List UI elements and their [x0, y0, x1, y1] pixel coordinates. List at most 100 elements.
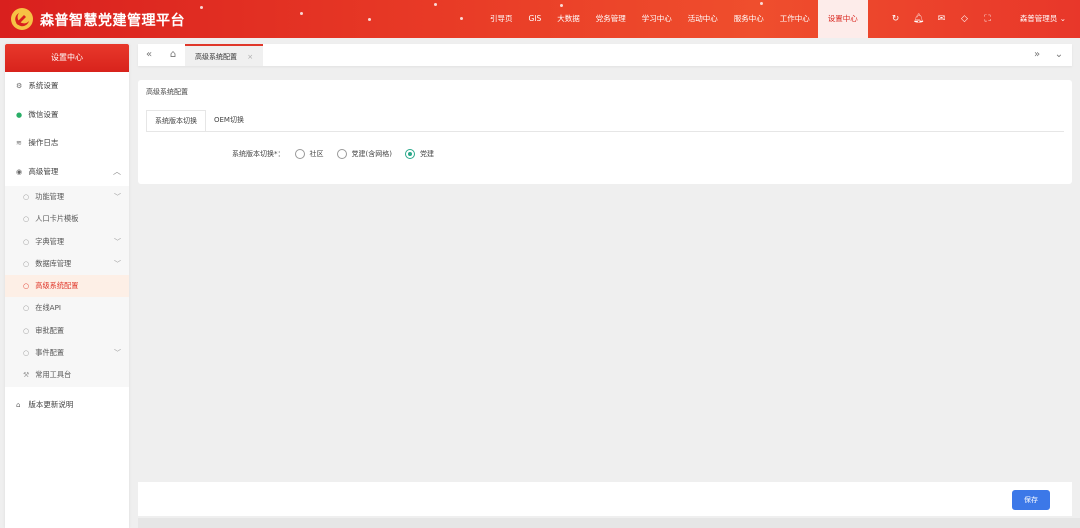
scroll-right-icon[interactable]: » [1026, 44, 1048, 66]
sidebar-subitem-database[interactable]: ○ 数据库管理 ﹀ [5, 253, 129, 275]
close-icon[interactable]: × [247, 53, 253, 61]
user-menu[interactable]: 森普管理员 ⌄ [1020, 0, 1066, 38]
nav-party-affairs[interactable]: 党务管理 [588, 0, 634, 38]
decor-dot [368, 18, 371, 21]
sidebar-subitem-advanced-config[interactable]: ○ 高级系统配置 [5, 275, 129, 298]
sidebar-item-operation-log[interactable]: ≋ 操作日志 [5, 129, 129, 158]
radio-circle[interactable] [294, 149, 305, 159]
layers-icon: ≋ [16, 139, 22, 147]
chevron-down-icon[interactable]: ⌄ [1048, 44, 1070, 66]
top-header: 森普智慧党建管理平台 引导页 GIS 大数据 党务管理 学习中心 活动中心 服务… [0, 0, 1080, 38]
radio-label: 社区 [309, 150, 324, 158]
header-tools: ↻ 🔔︎ ✉ ◇ ⛶ [884, 0, 999, 38]
sidebar-item-wechat-settings[interactable]: ● 微信设置 [5, 101, 129, 130]
sidebar-item-system-settings[interactable]: ⚙ 系统设置 [5, 72, 129, 101]
tab-oem[interactable]: OEM切换 [206, 110, 252, 132]
nav-work[interactable]: 工作中心 [772, 0, 818, 38]
circle-icon: ○ [23, 349, 30, 358]
nav-gis[interactable]: GIS [521, 0, 550, 38]
circle-icon: ○ [23, 193, 30, 201]
circle-icon: ○ [23, 237, 30, 246]
version-switch-label: 系统版本切换*： [232, 150, 285, 158]
tab-label: 高级系统配置 [195, 53, 237, 61]
config-card: 高级系统配置 系统版本切换 OEM切换 系统版本切换*： 社区 党建(含网格) … [138, 80, 1072, 184]
sidebar-subitem-event-config[interactable]: ○ 事件配置 ﹀ [5, 342, 129, 364]
nav-big-data[interactable]: 大数据 [549, 0, 588, 38]
circle-icon: ○ [23, 215, 30, 224]
sidebar-subitem-label: 数据库管理 [35, 258, 72, 268]
sidebar-subitem-label: 高级系统配置 [35, 281, 79, 291]
decor-dot [460, 17, 463, 20]
config-tabs: 系统版本切换 OEM切换 [146, 110, 252, 132]
radio-circle-checked[interactable] [404, 149, 415, 159]
circle-icon: ○ [23, 326, 30, 335]
sidebar-subitem-tools[interactable]: ⚒ 常用工具台 [5, 364, 129, 386]
sidebar-header: 设置中心 [5, 44, 129, 72]
app-title: 森普智慧党建管理平台 [40, 13, 185, 29]
chevron-down-icon: ⌄ [1059, 14, 1066, 23]
eye-icon: ◉ [16, 167, 23, 176]
form-footer: 保存 [138, 482, 1072, 516]
radio-circle[interactable] [336, 149, 347, 159]
nav-activity[interactable]: 活动中心 [680, 0, 726, 38]
circle-icon: ○ [23, 304, 30, 313]
user-name: 森普管理员 [1019, 14, 1058, 23]
sidebar-subitem-label: 在线API [35, 303, 62, 313]
radio-party-grid[interactable]: 党建(含网格) [336, 149, 392, 159]
nav-settings[interactable]: 设置中心 [817, 0, 868, 38]
decor-dot [200, 6, 203, 9]
main-nav: 引导页 GIS 大数据 党务管理 学习中心 活动中心 服务中心 工作中心 设置中… [482, 0, 868, 38]
tag-icon[interactable]: ◇ [953, 14, 976, 24]
sidebar-subitem-label: 审批配置 [35, 325, 65, 335]
sidebar-item-label: 高级管理 [28, 166, 59, 176]
sidebar-subitem-label: 字典管理 [35, 236, 65, 246]
page-tabbar: « ⌂ 高级系统配置 × » ⌄ [138, 44, 1072, 66]
chevron-down-icon: ﹀ [114, 259, 121, 268]
bottom-scrollbar[interactable] [138, 518, 1080, 528]
sidebar-item-label: 系统设置 [28, 81, 59, 90]
circle-icon: ○ [23, 282, 30, 291]
sidebar-subitem-label: 功能管理 [35, 192, 65, 201]
advanced-submenu: ○ 功能管理 ﹀ ○ 人口卡片模板 ○ 字典管理 ﹀ ○ 数据库管理 ﹀ ○ 高… [5, 186, 129, 387]
nav-guide[interactable]: 引导页 [482, 0, 521, 38]
sidebar-item-advanced-management[interactable]: ◉ 高级管理 ︿ [5, 158, 129, 187]
chevron-up-icon: ︿ [113, 166, 121, 176]
sidebar: 设置中心 ⚙ 系统设置 ● 微信设置 ≋ 操作日志 ◉ 高级管理 ︿ ○ 功能管… [5, 44, 129, 528]
radio-party[interactable]: 党建 [404, 149, 434, 159]
scroll-left-icon[interactable]: « [138, 44, 160, 66]
party-emblem-logo [10, 7, 34, 31]
radio-community[interactable]: 社区 [294, 149, 324, 159]
bell-icon[interactable]: 🔔︎ [907, 14, 930, 24]
sidebar-subitem-dictionary[interactable]: ○ 字典管理 ﹀ [5, 231, 129, 253]
fullscreen-icon[interactable]: ⛶ [976, 14, 999, 24]
gear-icon: ⚙ [16, 82, 23, 90]
sidebar-item-version-notes[interactable]: ⌂ 版本更新说明 [5, 391, 129, 420]
sidebar-subitem-label: 人口卡片模板 [35, 214, 79, 224]
decor-dot [434, 3, 437, 6]
nav-learning[interactable]: 学习中心 [634, 0, 680, 38]
radio-label: 党建 [419, 150, 434, 158]
nav-service[interactable]: 服务中心 [726, 0, 772, 38]
sidebar-subitem-function-management[interactable]: ○ 功能管理 ﹀ [5, 186, 129, 208]
wechat-icon: ● [16, 110, 23, 119]
decor-dot [300, 12, 303, 15]
sidebar-subitem-online-api[interactable]: ○ 在线API [5, 297, 129, 319]
tab-advanced-config[interactable]: 高级系统配置 × [185, 44, 264, 66]
sidebar-subitem-label: 常用工具台 [35, 370, 72, 380]
refresh-icon[interactable]: ↻ [884, 14, 907, 24]
chat-icon[interactable]: ✉ [930, 14, 953, 24]
radio-label: 党建(含网格) [351, 150, 392, 158]
circle-icon: ○ [23, 259, 30, 268]
chevron-down-icon: ﹀ [114, 237, 121, 246]
house-icon: ⌂ [16, 400, 21, 409]
sidebar-item-label: 操作日志 [28, 138, 59, 147]
sidebar-item-label: 微信设置 [28, 109, 59, 119]
tools-icon: ⚒ [23, 371, 30, 380]
sidebar-subitem-label: 事件配置 [35, 348, 65, 358]
tabs-divider [146, 131, 1064, 132]
sidebar-subitem-population-card[interactable]: ○ 人口卡片模板 [5, 208, 129, 230]
home-icon[interactable]: ⌂ [162, 44, 184, 66]
sidebar-subitem-approval-config[interactable]: ○ 审批配置 [5, 320, 129, 342]
save-button[interactable]: 保存 [1012, 490, 1050, 510]
tab-system-version[interactable]: 系统版本切换 [146, 110, 206, 132]
